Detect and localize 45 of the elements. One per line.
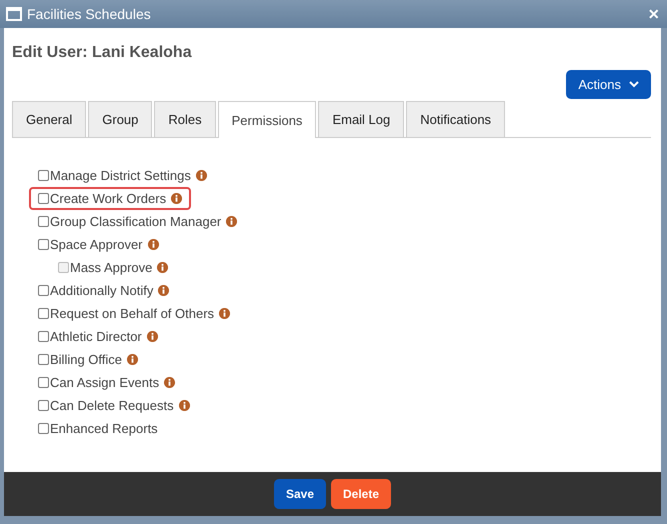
permission-label: Request on Behalf of Others <box>50 306 214 321</box>
tab[interactable]: Permissions <box>218 101 316 138</box>
permission-label: Billing Office <box>50 352 122 367</box>
info-icon[interactable] <box>178 400 190 411</box>
checkbox[interactable] <box>38 193 49 204</box>
info-icon[interactable] <box>148 239 159 250</box>
page-heading: Edit User: Lani Kealoha <box>12 44 193 62</box>
info-icon[interactable] <box>146 331 158 342</box>
tab[interactable]: Group <box>88 101 152 137</box>
permission-label: Can Assign Events <box>50 375 160 390</box>
actions-button[interactable]: Actions <box>566 70 651 99</box>
tab[interactable]: Email Log <box>318 101 404 137</box>
checkbox[interactable] <box>38 170 49 181</box>
checkbox[interactable] <box>38 400 49 411</box>
info-icon[interactable] <box>196 170 207 181</box>
checkbox[interactable] <box>38 423 49 434</box>
permission-label: Manage District Settings <box>50 168 191 183</box>
checkbox[interactable] <box>38 308 49 319</box>
permission-label: Additionally Notify <box>50 283 154 298</box>
info-icon[interactable] <box>158 285 170 296</box>
checkbox[interactable] <box>38 354 49 365</box>
tab[interactable]: Notifications <box>406 101 506 137</box>
window-title: Facilities Schedules <box>27 6 152 22</box>
permission-label: Create Work Orders <box>50 191 166 206</box>
info-icon[interactable] <box>226 216 238 227</box>
checkbox[interactable] <box>38 377 49 388</box>
permission-label: Group Classification Manager <box>50 214 222 229</box>
tab[interactable]: General <box>12 101 86 137</box>
checkbox[interactable] <box>38 239 49 250</box>
checkbox[interactable] <box>38 331 49 342</box>
info-icon[interactable] <box>164 377 176 388</box>
chevron-down-icon <box>629 81 639 88</box>
info-icon[interactable] <box>171 193 182 204</box>
permission-label: Athletic Director <box>50 329 142 344</box>
permission-label: Space Approver <box>50 237 143 252</box>
tab[interactable]: Roles <box>154 101 216 137</box>
info-icon[interactable] <box>219 308 230 319</box>
save-button[interactable]: Save <box>274 479 326 509</box>
permission-label: Enhanced Reports <box>50 421 158 436</box>
checkbox[interactable] <box>38 216 49 227</box>
permission-label: Can Delete Requests <box>50 398 174 413</box>
window-icon <box>6 7 22 21</box>
info-icon[interactable] <box>127 354 138 365</box>
permission-label: Mass Approve <box>70 260 152 275</box>
checkbox[interactable] <box>38 285 49 296</box>
